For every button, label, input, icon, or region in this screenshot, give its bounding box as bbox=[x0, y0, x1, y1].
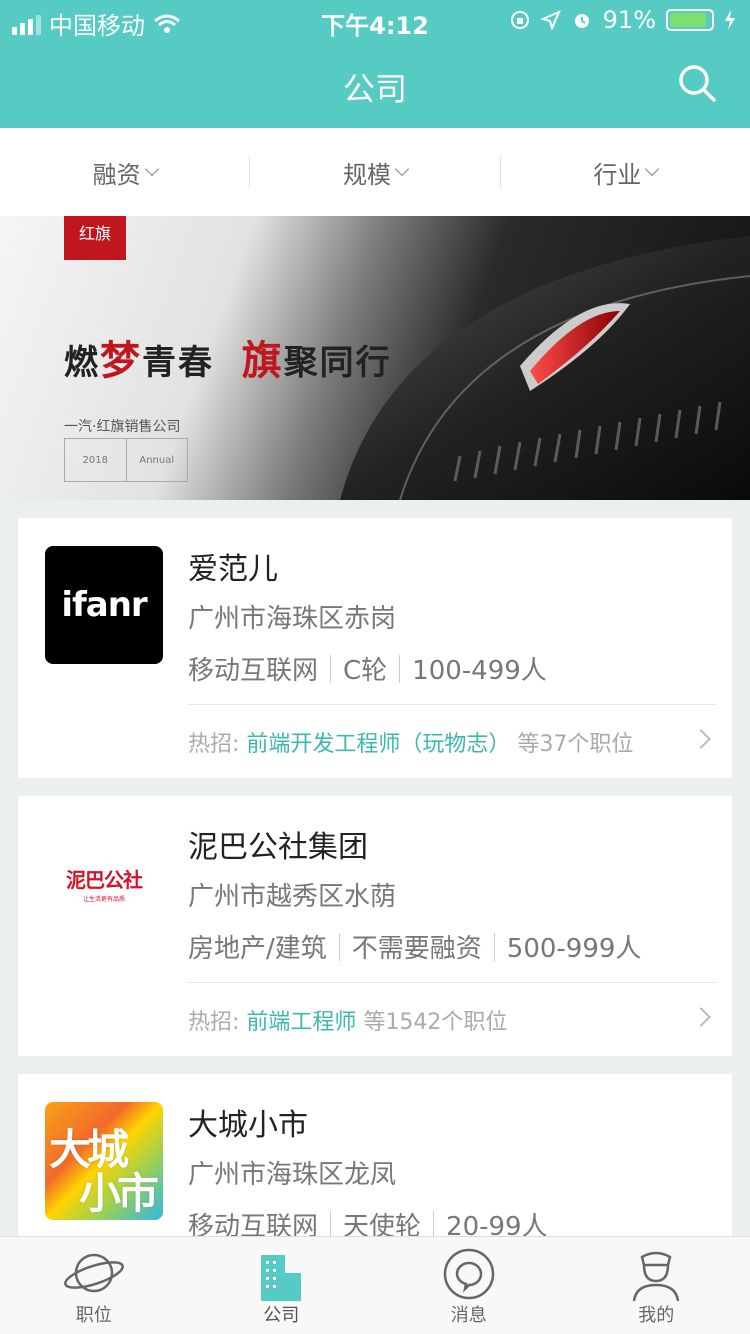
divider bbox=[399, 654, 401, 683]
company-card[interactable]: ifanr 爱范儿 广州市海珠区赤岗 移动互联网 C轮 100-499人 热招:… bbox=[18, 518, 732, 778]
hot-jobs[interactable]: 热招: 前端工程师 等1542个职位 bbox=[188, 1004, 668, 1036]
company-logo: ifanr bbox=[45, 546, 163, 664]
tab-me-label: 我的 bbox=[638, 1305, 675, 1326]
company-name: 泥巴公社集团 bbox=[188, 830, 368, 865]
chevron-down-icon bbox=[144, 161, 159, 177]
nav-bar: 公司 bbox=[0, 40, 750, 128]
search-button[interactable] bbox=[676, 62, 720, 106]
tab-bar: 职位 公司 消息 我的 bbox=[0, 1236, 750, 1334]
filter-funding[interactable]: 融资 bbox=[0, 155, 249, 190]
divider bbox=[188, 982, 716, 983]
divider bbox=[330, 1210, 332, 1239]
company-location: 广州市海珠区赤岗 bbox=[188, 604, 397, 634]
hot-job-link[interactable]: 前端开发工程师（玩物志） bbox=[246, 732, 510, 757]
divider bbox=[188, 704, 716, 705]
company-logo: 大城 小市 bbox=[45, 1102, 163, 1220]
chevron-down-icon bbox=[394, 161, 410, 177]
company-size: 100-499人 bbox=[412, 656, 547, 686]
filter-industry[interactable]: 行业 bbox=[501, 155, 750, 190]
banner-year: 2018 bbox=[82, 454, 108, 466]
hot-jobs[interactable]: 热招: 前端开发工程师（玩物志） 等37个职位 bbox=[188, 726, 668, 758]
page-title: 公司 bbox=[342, 70, 407, 108]
tab-jobs-label: 职位 bbox=[75, 1305, 112, 1326]
banner-brand-logo: 红旗 bbox=[64, 216, 126, 260]
company-name: 大城小市 bbox=[188, 1108, 308, 1143]
company-name: 爱范儿 bbox=[188, 552, 278, 587]
filter-funding-label: 融资 bbox=[92, 160, 141, 189]
car-image bbox=[340, 236, 750, 500]
banner-year-box: 2018 Annual bbox=[64, 438, 188, 482]
divider bbox=[330, 654, 332, 683]
filter-industry-label: 行业 bbox=[593, 160, 642, 189]
divider bbox=[493, 932, 495, 961]
chevron-right-icon[interactable] bbox=[691, 729, 711, 749]
tab-me[interactable]: 我的 bbox=[563, 1237, 750, 1334]
tab-messages[interactable]: 消息 bbox=[375, 1237, 563, 1334]
status-right: 91% bbox=[509, 6, 736, 34]
chat-icon bbox=[443, 1248, 494, 1300]
orientation-lock-icon bbox=[510, 11, 529, 29]
chevron-right-icon[interactable] bbox=[691, 1007, 711, 1027]
building-icon bbox=[261, 1255, 302, 1301]
alarm-icon bbox=[574, 14, 589, 28]
planet-icon bbox=[63, 1253, 124, 1293]
tab-company[interactable]: 公司 bbox=[188, 1237, 376, 1334]
filter-scale[interactable]: 规模 bbox=[250, 155, 499, 190]
company-card[interactable]: 泥巴公社 让生活更有品质 泥巴公社集团 广州市越秀区水荫 房地产/建筑 不需要融… bbox=[18, 796, 732, 1056]
company-location: 广州市越秀区水荫 bbox=[188, 882, 397, 912]
hot-job-link[interactable]: 前端工程师 bbox=[246, 1010, 356, 1035]
tab-company-label: 公司 bbox=[263, 1305, 300, 1326]
company-location: 广州市海珠区龙凤 bbox=[188, 1160, 397, 1190]
company-tags: 房地产/建筑 不需要融资 500-999人 bbox=[188, 928, 641, 965]
company-size: 500-999人 bbox=[506, 934, 642, 964]
chevron-down-icon bbox=[645, 161, 660, 177]
company-logo: 泥巴公社 让生活更有品质 bbox=[45, 824, 163, 942]
user-icon bbox=[633, 1251, 680, 1301]
banner-company: 一汽·红旗销售公司 bbox=[64, 419, 181, 435]
company-industry: 移动互联网 bbox=[188, 656, 319, 686]
banner-recruit: Annual bbox=[125, 439, 188, 481]
divider bbox=[338, 932, 340, 961]
tab-jobs[interactable]: 职位 bbox=[0, 1237, 188, 1334]
status-bar: 中国移动 下午4:12 91% bbox=[0, 0, 750, 40]
search-icon bbox=[679, 65, 716, 102]
location-icon bbox=[540, 10, 561, 30]
filter-bar: 融资 规模 行业 bbox=[0, 128, 750, 216]
company-industry: 房地产/建筑 bbox=[188, 934, 327, 964]
promo-banner[interactable]: 红旗 燃梦青春 旗聚同行 一汽·红旗销售公司 2018 Annual bbox=[0, 216, 750, 500]
company-tags: 移动互联网 C轮 100-499人 bbox=[188, 650, 547, 687]
divider bbox=[433, 1210, 435, 1239]
filter-scale-label: 规模 bbox=[342, 160, 391, 189]
charging-icon bbox=[725, 10, 735, 30]
company-funding: 不需要融资 bbox=[351, 934, 482, 964]
battery-percent: 91% bbox=[602, 6, 656, 34]
battery-icon bbox=[666, 9, 714, 31]
tab-messages-label: 消息 bbox=[450, 1305, 487, 1326]
company-funding: C轮 bbox=[343, 656, 388, 686]
